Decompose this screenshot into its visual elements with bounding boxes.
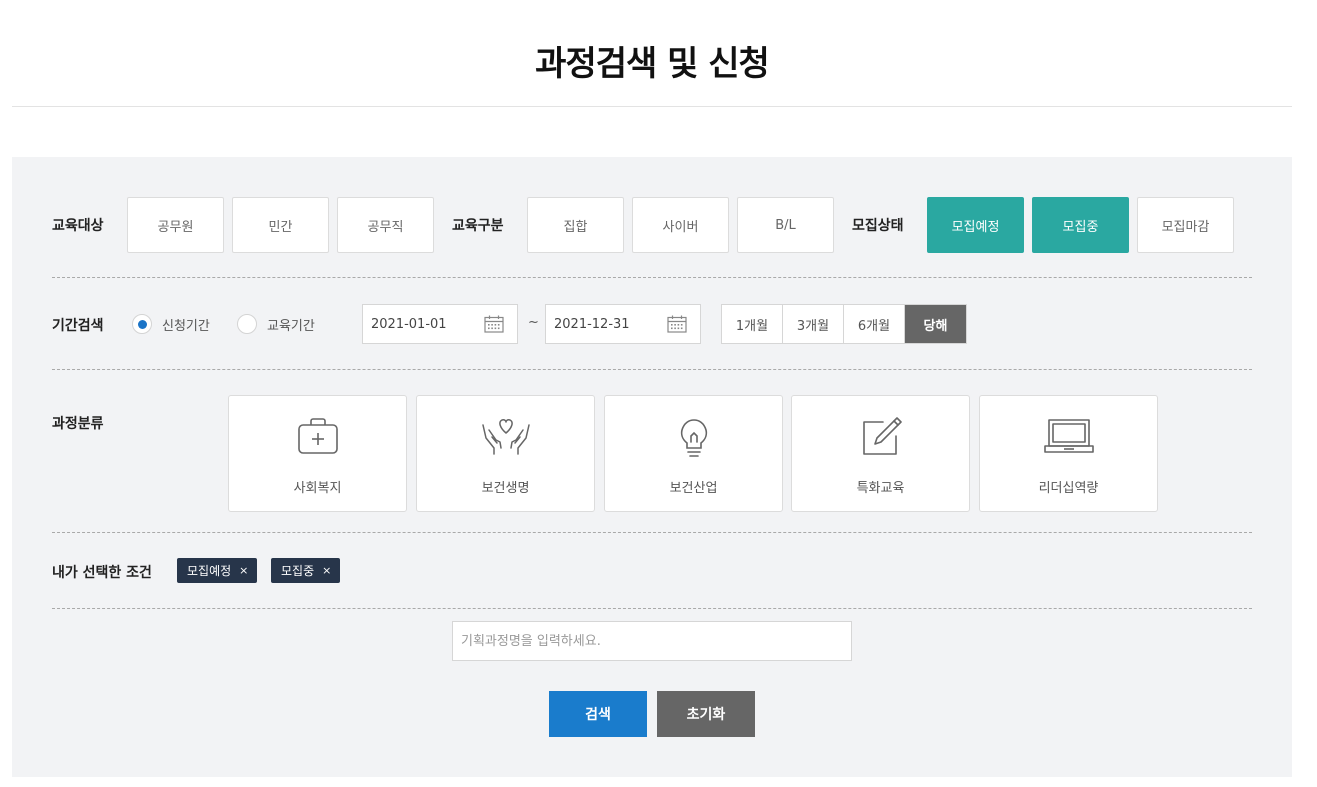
- period-label: 기간검색: [52, 318, 104, 334]
- row-divider: [52, 277, 1252, 278]
- target-option-public-servant[interactable]: 공무원: [127, 197, 224, 253]
- radio-apply-period[interactable]: 신청기간: [132, 314, 210, 334]
- range-1-month-button[interactable]: 1개월: [722, 305, 783, 343]
- close-icon[interactable]: ×: [322, 564, 331, 577]
- status-option-open[interactable]: 모집중: [1032, 197, 1129, 253]
- status-label: 모집상태: [852, 218, 904, 234]
- tag-label: 모집예정: [187, 564, 232, 578]
- course-name-search-input[interactable]: [452, 621, 852, 661]
- first-aid-kit-icon: [297, 418, 338, 454]
- type-label: 교육구분: [452, 218, 504, 234]
- date-range-separator: ~: [528, 315, 539, 330]
- selected-conditions-label: 내가 선택한 조건: [52, 565, 152, 581]
- search-button[interactable]: 검색: [549, 691, 647, 737]
- page-title: 과정검색 및 신청: [535, 44, 770, 84]
- quick-range-group: 1개월 3개월 6개월 당해: [721, 304, 967, 344]
- category-label-text: 사회복지: [293, 481, 342, 496]
- type-option-blended[interactable]: B/L: [737, 197, 834, 253]
- target-label: 교육대상: [52, 218, 104, 234]
- close-icon[interactable]: ×: [239, 564, 248, 577]
- hands-heart-icon: [481, 419, 530, 455]
- category-health-life[interactable]: 보건생명: [416, 395, 595, 512]
- category-label: 과정분류: [52, 416, 104, 432]
- light-bulb-icon: [680, 419, 707, 457]
- selected-tag-upcoming[interactable]: 모집예정 ×: [177, 558, 258, 583]
- target-option-private[interactable]: 민간: [232, 197, 329, 253]
- search-panel: 교육대상 공무원 민간 공무직 교육구분 집합 사이버 B/L 모집상태 모집예…: [12, 157, 1292, 777]
- radio-dot-checked: [132, 314, 152, 334]
- start-date-field[interactable]: 2021-01-01: [362, 304, 518, 344]
- category-health-industry[interactable]: 보건산업: [604, 395, 783, 512]
- range-6-month-button[interactable]: 6개월: [844, 305, 905, 343]
- radio-education-period[interactable]: 교육기간: [237, 314, 315, 334]
- target-option-public-worker[interactable]: 공무직: [337, 197, 434, 253]
- calendar-icon[interactable]: [667, 315, 687, 333]
- radio-education-period-label: 교육기간: [267, 318, 315, 334]
- row-divider: [52, 532, 1252, 533]
- category-label-text: 리더십역량: [1038, 481, 1099, 496]
- end-date-value: 2021-12-31: [554, 316, 630, 332]
- type-option-cyber[interactable]: 사이버: [632, 197, 729, 253]
- category-special-education[interactable]: 특화교육: [791, 395, 970, 512]
- radio-apply-period-label: 신청기간: [162, 318, 210, 334]
- calendar-icon[interactable]: [484, 315, 504, 333]
- range-3-month-button[interactable]: 3개월: [783, 305, 844, 343]
- row-divider: [52, 369, 1252, 370]
- status-option-upcoming[interactable]: 모집예정: [927, 197, 1024, 253]
- radio-dot-unchecked: [237, 314, 257, 334]
- edit-pencil-icon: [862, 417, 902, 455]
- end-date-field[interactable]: 2021-12-31: [545, 304, 701, 344]
- selected-tag-open[interactable]: 모집중 ×: [271, 558, 341, 583]
- category-social-welfare[interactable]: 사회복지: [228, 395, 407, 512]
- reset-button[interactable]: 초기화: [657, 691, 755, 737]
- category-label-text: 보건생명: [481, 481, 530, 496]
- status-option-closed[interactable]: 모집마감: [1137, 197, 1234, 253]
- category-label-text: 특화교육: [856, 481, 905, 496]
- title-divider: [12, 106, 1292, 107]
- range-this-year-button[interactable]: 당해: [905, 305, 966, 343]
- tag-label: 모집중: [281, 564, 315, 578]
- category-leadership[interactable]: 리더십역량: [979, 395, 1158, 512]
- row-divider: [52, 608, 1252, 609]
- start-date-value: 2021-01-01: [371, 316, 447, 332]
- category-label-text: 보건산업: [669, 481, 718, 496]
- laptop-icon: [1043, 419, 1094, 453]
- type-option-classroom[interactable]: 집합: [527, 197, 624, 253]
